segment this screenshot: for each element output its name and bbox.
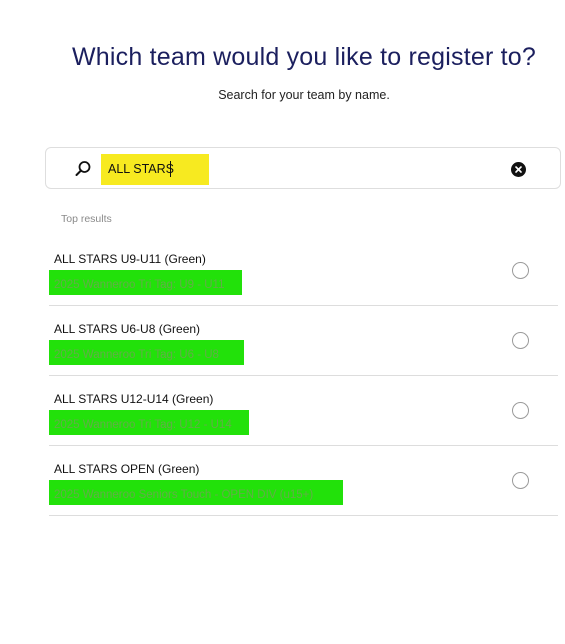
result-item[interactable]: ALL STARS OPEN (Green) 2025 Wanneroo Sen…	[49, 446, 558, 516]
result-radio-button[interactable]	[512, 262, 529, 279]
competition-name: 2025 Wanneroo Seniors Touch - OPEN DIV (…	[54, 489, 314, 501]
competition-highlight: 2025 Wanneroo Seniors Touch - OPEN DIV (…	[49, 480, 343, 505]
result-radio-button[interactable]	[512, 472, 529, 489]
team-name: ALL STARS OPEN (Green)	[54, 462, 200, 476]
competition-name: 2025 Wanneroo Tri Tag: U6 - U8	[54, 349, 219, 361]
search-icon	[74, 160, 92, 178]
result-radio-button[interactable]	[512, 332, 529, 349]
clear-search-button[interactable]	[511, 162, 526, 177]
team-name: ALL STARS U12-U14 (Green)	[54, 392, 214, 406]
page-subtitle: Search for your team by name.	[218, 88, 390, 102]
text-caret	[170, 161, 171, 177]
results-label: Top results	[61, 213, 112, 225]
page-title: Which team would you like to register to…	[72, 43, 536, 71]
result-item[interactable]: ALL STARS U12-U14 (Green) 2025 Wanneroo …	[49, 376, 558, 446]
result-item[interactable]: ALL STARS U9-U11 (Green) 2025 Wanneroo T…	[49, 236, 558, 306]
competition-highlight: 2025 Wanneroo Tri Tag: U9 - U11	[49, 270, 242, 295]
team-search-box	[45, 147, 561, 189]
result-item[interactable]: ALL STARS U6-U8 (Green) 2025 Wanneroo Tr…	[49, 306, 558, 376]
competition-highlight: 2025 Wanneroo Tri Tag: U12 - U14	[49, 410, 249, 435]
result-radio-button[interactable]	[512, 402, 529, 419]
team-search-input[interactable]	[108, 159, 203, 179]
team-name: ALL STARS U6-U8 (Green)	[54, 322, 201, 336]
team-name: ALL STARS U9-U11 (Green)	[54, 252, 206, 266]
team-registration-page: Which team would you like to register to…	[0, 0, 565, 644]
close-icon	[515, 166, 522, 173]
results-list: ALL STARS U9-U11 (Green) 2025 Wanneroo T…	[49, 236, 558, 516]
competition-name: 2025 Wanneroo Tri Tag: U12 - U14	[54, 419, 232, 431]
competition-name: 2025 Wanneroo Tri Tag: U9 - U11	[54, 279, 225, 291]
competition-highlight: 2025 Wanneroo Tri Tag: U6 - U8	[49, 340, 244, 365]
